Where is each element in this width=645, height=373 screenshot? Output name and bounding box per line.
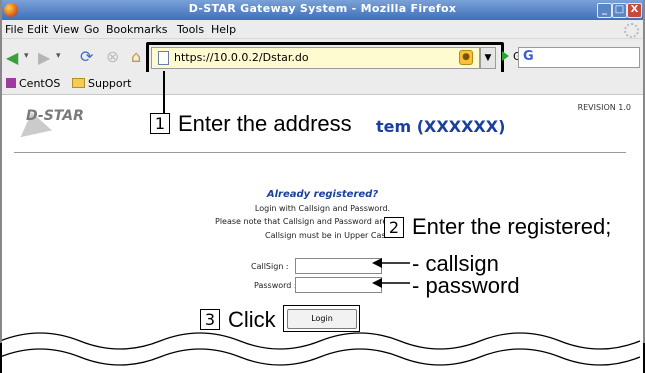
- menu-file[interactable]: File: [5, 23, 23, 36]
- go-arrow-icon: [502, 51, 509, 61]
- callsign-field[interactable]: [295, 258, 382, 274]
- back-dropdown-icon[interactable]: ▾: [24, 51, 29, 61]
- menu-edit[interactable]: Edit: [27, 23, 48, 36]
- bookmark-centos[interactable]: CentOS: [6, 77, 60, 90]
- step2-number: 2: [384, 217, 404, 238]
- minimize-button[interactable]: _: [597, 3, 612, 18]
- bookmark-support[interactable]: Support: [72, 77, 131, 90]
- bookmark-support-label: Support: [88, 77, 132, 90]
- password-field[interactable]: [295, 277, 382, 293]
- search-input[interactable]: G: [518, 47, 640, 68]
- callout-leader-line: [163, 71, 165, 113]
- window-title: D-STAR Gateway System - Mozilla Firefox: [188, 2, 457, 15]
- already-registered-heading: Already registered?: [266, 189, 379, 200]
- callout-arrows: [372, 258, 410, 288]
- bookmarks-toolbar: CentOS Support: [0, 72, 645, 95]
- activity-throbber-icon: [624, 23, 639, 38]
- step1-number: 1: [150, 113, 170, 134]
- close-button[interactable]: X: [627, 3, 642, 18]
- system-name: tem (XXXXXX): [376, 117, 506, 136]
- forward-icon[interactable]: ▶: [38, 48, 50, 67]
- revision-label: REVISION 1.0: [577, 103, 631, 112]
- password-label: Password :: [254, 281, 297, 290]
- reload-icon[interactable]: ⟳: [80, 47, 93, 66]
- torn-page-edge: [0, 323, 645, 373]
- back-icon[interactable]: ◀: [6, 48, 18, 67]
- callsign-label: CallSign :: [251, 262, 289, 271]
- forward-dropdown-icon[interactable]: ▾: [56, 51, 61, 61]
- menu-go[interactable]: Go: [84, 23, 99, 36]
- menu-bar: File Edit View Go Bookmarks Tools Help: [0, 20, 645, 39]
- note-line: Please note that Callsign and Password a…: [215, 217, 388, 226]
- menu-help[interactable]: Help: [211, 23, 236, 36]
- uppercase-note: Callsign must be in Upper Cas: [265, 231, 386, 240]
- login-hint: Login with Callsign and Password.: [254, 204, 391, 213]
- password-note: - password: [412, 273, 520, 298]
- menu-tools[interactable]: Tools: [177, 23, 204, 36]
- menu-view[interactable]: View: [53, 23, 79, 36]
- google-icon: G: [523, 49, 534, 64]
- menu-bookmarks[interactable]: Bookmarks: [106, 23, 167, 36]
- dstar-logo: D-STAR: [26, 108, 84, 124]
- header-divider: [14, 152, 626, 153]
- step2-text: Enter the registered;: [412, 214, 612, 240]
- left-border: [0, 0, 2, 343]
- stop-icon[interactable]: ⊗: [106, 47, 119, 66]
- centos-icon: [6, 78, 16, 88]
- folder-icon: [72, 78, 85, 88]
- home-icon[interactable]: ⌂: [131, 47, 141, 66]
- step1-text: Enter the address: [178, 111, 352, 137]
- bookmark-centos-label: CentOS: [19, 77, 61, 90]
- window-titlebar: D-STAR Gateway System - Mozilla Firefox …: [0, 0, 645, 20]
- maximize-button[interactable]: □: [612, 3, 627, 18]
